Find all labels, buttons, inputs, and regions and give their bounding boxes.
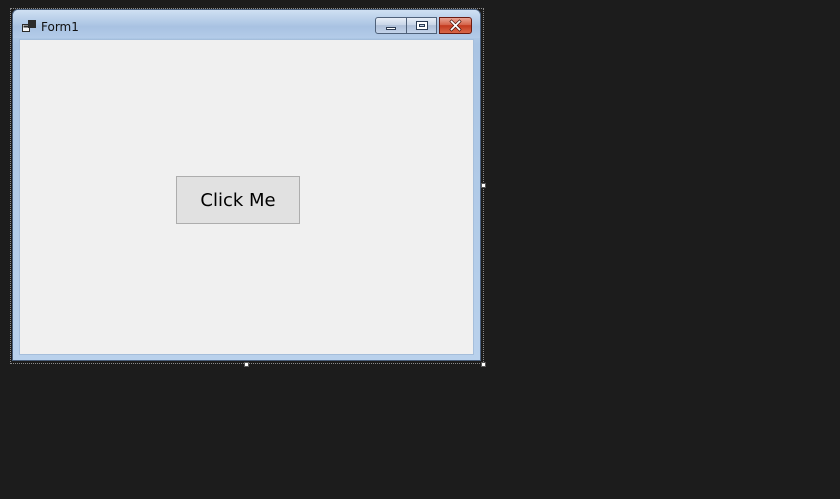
minimize-icon bbox=[386, 27, 396, 30]
designer-surface: Form1 Click Me bbox=[0, 0, 840, 499]
maximize-button[interactable] bbox=[406, 17, 437, 34]
form-window[interactable]: Form1 Click Me bbox=[12, 9, 481, 361]
close-icon bbox=[449, 19, 462, 32]
resize-handle-bottom[interactable] bbox=[244, 362, 249, 367]
caption-buttons bbox=[375, 17, 472, 35]
title-bar[interactable]: Form1 bbox=[13, 10, 480, 39]
form-client-area: Click Me bbox=[19, 39, 474, 355]
minimize-button[interactable] bbox=[375, 17, 407, 34]
resize-handle-corner[interactable] bbox=[481, 362, 486, 367]
close-button[interactable] bbox=[439, 17, 472, 34]
form-app-icon bbox=[22, 20, 36, 32]
resize-handle-right[interactable] bbox=[481, 183, 486, 188]
maximize-icon bbox=[416, 21, 428, 30]
window-title: Form1 bbox=[41, 20, 79, 34]
click-me-button[interactable]: Click Me bbox=[176, 176, 300, 224]
